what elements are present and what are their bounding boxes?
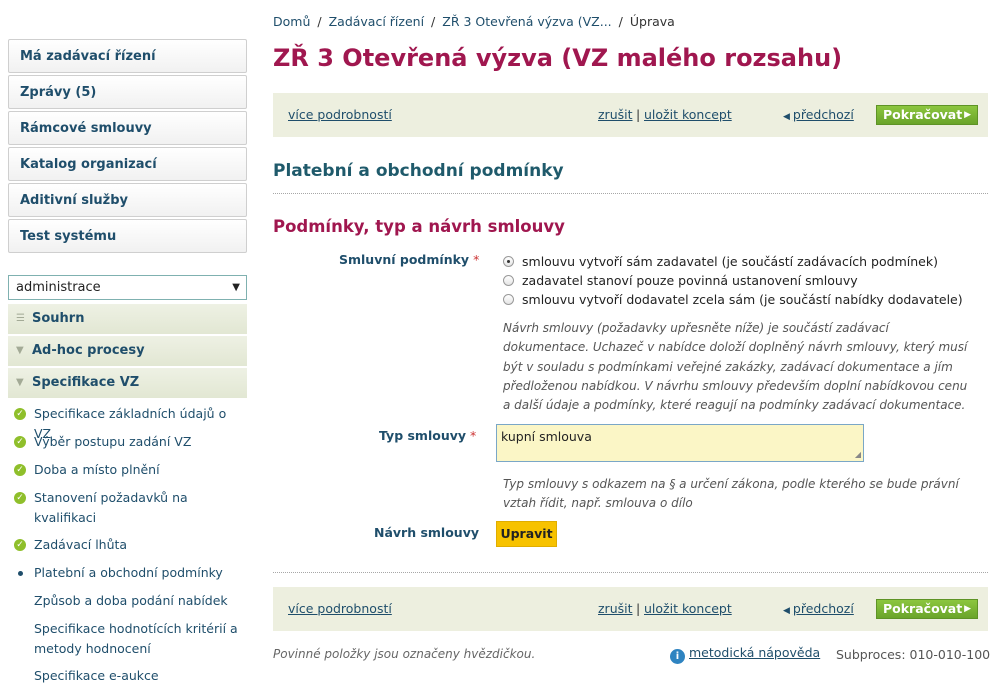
section-adhoc[interactable]: ▼ Ad-hoc procesy (8, 336, 247, 366)
edit-button[interactable]: Upravit (496, 521, 557, 547)
resize-grip-icon[interactable]: ◢ (855, 450, 861, 459)
list-icon: ☰ (16, 313, 25, 324)
menu-item-system-test[interactable]: Test systému (8, 219, 247, 253)
check-icon: ✓ (14, 408, 26, 420)
breadcrumb: Domů / Zadávací řízení / ZŘ 3 Otevřená výzva… (273, 14, 675, 29)
action-bar-top: více podrobností zrušit | uložit koncept… (273, 93, 988, 137)
radio-selected-icon (503, 256, 514, 267)
dropdown-arrow-icon: ▼ (232, 282, 240, 293)
arrow-right-icon: ▶ (964, 604, 971, 614)
arrow-left-icon: ◀ (783, 606, 790, 616)
action-bar-bottom: více podrobností zrušit | uložit koncept… (273, 587, 988, 631)
more-details-link[interactable]: více podrobností (288, 601, 392, 616)
spec-item-label: Specifikace hodnotících kritérií a metod… (34, 621, 238, 656)
section-spec[interactable]: ▼ Specifikace VZ (8, 368, 247, 398)
info-icon: i (670, 649, 685, 664)
admin-select[interactable]: administrace ▼ (8, 275, 247, 300)
radio-option[interactable]: zadavatel stanoví pouze povinná ustanove… (503, 273, 858, 288)
save-draft-link[interactable]: uložit koncept (644, 601, 732, 616)
methodology-help-link[interactable]: i metodická nápověda (670, 645, 820, 664)
radio-option[interactable]: smlouvu vytvoří sám zadavatel (je součás… (503, 254, 938, 269)
menu-item-organization-catalog[interactable]: Katalog organizací (8, 147, 247, 181)
breadcrumb-link-home[interactable]: Domů (273, 14, 310, 29)
spec-item[interactable]: Specifikace e-aukce (8, 666, 247, 686)
contract-terms-help: Návrh smlouvy (požadavky upřesněte níže)… (503, 321, 968, 413)
arrow-right-icon: ▶ (964, 110, 971, 120)
section-heading: Platební a obchodní podmínky (273, 161, 564, 181)
admin-select-value: administrace (16, 280, 101, 295)
subprocess-code: Subproces: 010-010-100 (836, 647, 991, 662)
spec-item-label: Doba a místo plnění (34, 462, 160, 477)
continue-button[interactable]: Pokračovat ▶ (876, 105, 978, 125)
contract-terms-label: Smluvní podmínky * (339, 252, 480, 267)
contract-type-label: Typ smlouvy * (379, 428, 477, 443)
contract-type-help: Typ smlouvy s odkazem na § a určení záko… (503, 477, 959, 511)
breadcrumb-link-procedures[interactable]: Zadávací řízení (329, 14, 424, 29)
spec-item[interactable]: ✓ Výběr postupu zadání VZ (8, 432, 247, 452)
previous-link[interactable]: ◀ předchozí (783, 601, 854, 616)
spec-item-label: Způsob a doba podání nabídek (34, 593, 228, 608)
radio-option[interactable]: smlouvu vytvoří dodavatel zcela sám (je … (503, 292, 963, 307)
spec-item-label: Platební a obchodní podmínky (34, 565, 223, 580)
section-summary[interactable]: ☰ Souhrn (8, 304, 247, 334)
menu-item-framework-contracts[interactable]: Rámcové smlouvy (8, 111, 247, 145)
contract-draft-label: Návrh smlouvy (374, 525, 479, 540)
menu-item-additive-services[interactable]: Aditivní služby (8, 183, 247, 217)
arrow-left-icon: ◀ (783, 112, 790, 122)
check-icon: ✓ (14, 539, 26, 551)
separator: | (636, 601, 641, 616)
spec-item-current[interactable]: Platební a obchodní podmínky (8, 563, 247, 583)
separator: | (636, 107, 641, 122)
check-icon: ✓ (14, 464, 26, 476)
required-mark: * (470, 428, 477, 443)
page-title: ZŘ 3 Otevřená výzva (VZ malého rozsahu) (273, 44, 843, 72)
radio-icon (503, 294, 514, 305)
section-adhoc-label: Ad-hoc procesy (32, 343, 145, 358)
spec-item-label: Stanovení požadavků na kvalifikaci (34, 490, 188, 525)
section-spec-label: Specifikace VZ (32, 375, 140, 390)
radio-icon (503, 275, 514, 286)
spec-item[interactable]: ✓ Stanovení požadavků na kvalifikaci (8, 488, 247, 528)
menu-item-my-procedures[interactable]: Má zadávací řízení (8, 39, 247, 73)
spec-item[interactable]: Specifikace hodnotících kritérií a metod… (8, 619, 247, 659)
breadcrumb-link-procedure[interactable]: ZŘ 3 Otevřená výzva (VZ... (442, 14, 611, 29)
cancel-link[interactable]: zrušit (598, 107, 633, 122)
divider (273, 193, 988, 194)
spec-item-label: Zadávací lhůta (34, 537, 128, 552)
caret-down-icon: ▼ (16, 377, 24, 388)
check-icon: ✓ (14, 436, 26, 448)
bullet-icon (18, 571, 23, 576)
check-icon: ✓ (14, 492, 26, 504)
previous-link[interactable]: ◀ předchozí (783, 107, 854, 122)
divider (273, 572, 988, 573)
menu-item-messages[interactable]: Zprávy (5) (8, 75, 247, 109)
more-details-link[interactable]: více podrobností (288, 107, 392, 122)
spec-item-label: Specifikace e-aukce (34, 668, 159, 683)
contract-type-textarea[interactable]: kupní smlouva ◢ (496, 424, 864, 462)
caret-down-icon: ▼ (16, 345, 24, 356)
main-menu: Má zadávací řízení Zprávy (5) Rámcové sm… (8, 39, 247, 255)
breadcrumb-current: Úprava (629, 14, 675, 29)
spec-item[interactable]: Způsob a doba podání nabídek (8, 591, 247, 611)
cancel-link[interactable]: zrušit (598, 601, 633, 616)
save-draft-link[interactable]: uložit koncept (644, 107, 732, 122)
section-summary-label: Souhrn (32, 311, 85, 326)
spec-item-label: Výběr postupu zadání VZ (34, 434, 192, 449)
continue-button[interactable]: Pokračovat ▶ (876, 599, 978, 619)
spec-item[interactable]: ✓ Doba a místo plnění (8, 460, 247, 480)
subsection-heading: Podmínky, typ a návrh smlouvy (273, 217, 565, 236)
required-note: Povinné položky jsou označeny hvězdičkou… (273, 647, 536, 661)
spec-item[interactable]: ✓ Zadávací lhůta (8, 535, 247, 555)
required-mark: * (473, 252, 480, 267)
